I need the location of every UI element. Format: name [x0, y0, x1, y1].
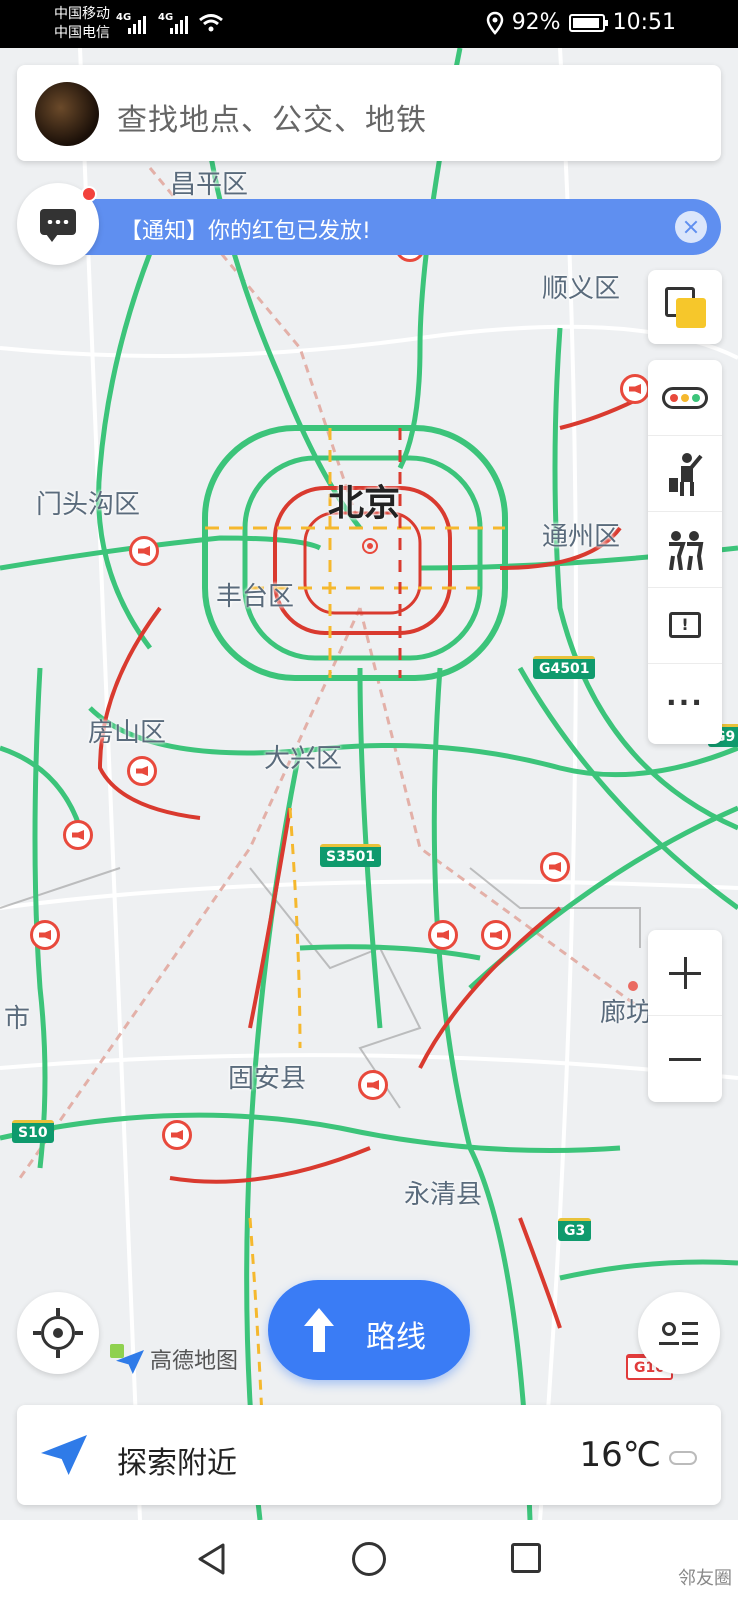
recent-apps-icon[interactable]: [511, 1543, 541, 1573]
amap-logo-icon: [110, 1342, 144, 1376]
route-button[interactable]: 路线: [268, 1280, 470, 1380]
route-label: 路线: [366, 1320, 426, 1355]
clock: 10:51: [612, 10, 676, 35]
status-bar: 中国移动 中国电信 4G 4G 92% 10:51: [0, 0, 738, 48]
district-label: 大兴区: [264, 744, 343, 774]
layers-button[interactable]: [648, 270, 722, 344]
construction-marker-icon[interactable]: [620, 374, 650, 404]
highway-shield: G3: [558, 1218, 592, 1241]
back-icon[interactable]: [196, 1542, 226, 1576]
avatar[interactable]: [35, 82, 99, 146]
speaker-marker-icon[interactable]: [540, 852, 570, 882]
notification-text: 【通知】你的红包已发放!: [120, 219, 371, 244]
carrier-2: 中国电信: [54, 25, 110, 41]
people-button[interactable]: [648, 512, 722, 588]
construction-marker-icon[interactable]: [127, 756, 157, 786]
signal-icon: [128, 14, 146, 34]
arrow-up-icon: [304, 1308, 334, 1352]
pin-list-icon: [662, 1322, 676, 1336]
signal-icon: [170, 14, 188, 34]
highway-shield: G4501: [533, 656, 596, 679]
amap-logo: 高德地图: [110, 1342, 238, 1376]
construction-marker-icon[interactable]: [63, 820, 93, 850]
people-icon: [669, 531, 704, 570]
notification-banner[interactable]: 【通知】你的红包已发放!: [60, 199, 721, 255]
search-bar[interactable]: 查找地点、公交、地铁: [17, 65, 721, 161]
hail-taxi-button[interactable]: [648, 436, 722, 512]
report-icon: !: [669, 612, 701, 638]
search-input[interactable]: 查找地点、公交、地铁: [117, 95, 427, 139]
district-label: 昌平区: [170, 170, 249, 200]
speaker-marker-icon[interactable]: [428, 920, 458, 950]
district-label: 顺义区: [542, 274, 621, 304]
carrier-info: 中国移动 中国电信: [54, 5, 110, 43]
highway-shield: S3501: [320, 844, 382, 867]
wifi-icon: [199, 14, 223, 32]
logo-text: 高德地图: [150, 1349, 239, 1374]
battery-icon: [568, 13, 608, 32]
report-button[interactable]: !: [648, 588, 722, 664]
zoom-controls: [648, 930, 722, 1102]
traffic-toggle[interactable]: [648, 360, 722, 436]
map-tools-panel: ! ···: [648, 360, 722, 744]
cloud-icon: [669, 1451, 697, 1465]
district-label: 门头沟区: [36, 490, 141, 520]
battery-percent: 92%: [511, 10, 561, 35]
carrier-1: 中国移动: [54, 6, 110, 22]
zoom-in-button[interactable]: [648, 930, 722, 1016]
construction-marker-icon[interactable]: [162, 1120, 192, 1150]
home-icon[interactable]: [352, 1542, 386, 1576]
explore-nearby-bar[interactable]: 探索附近 16℃: [17, 1405, 721, 1505]
district-label: 永清县: [404, 1180, 483, 1210]
temperature: 16℃: [579, 1435, 661, 1475]
district-label: 通州区: [542, 522, 621, 552]
zoom-out-button[interactable]: [648, 1016, 722, 1102]
construction-marker-icon[interactable]: [481, 920, 511, 950]
person-hailing-icon: [669, 453, 703, 496]
more-icon: ···: [666, 686, 704, 719]
speaker-marker-icon[interactable]: [30, 920, 60, 950]
district-label: 丰台区: [216, 582, 295, 612]
crosshair-icon: [41, 1316, 75, 1350]
traffic-light-icon: [662, 387, 708, 409]
more-button[interactable]: ···: [648, 664, 722, 740]
watermark: 邻友圈: [678, 1568, 732, 1589]
paper-plane-icon: [41, 1435, 87, 1475]
message-icon: [40, 209, 76, 242]
highway-shield: S10: [12, 1120, 54, 1143]
construction-marker-icon[interactable]: [358, 1070, 388, 1100]
district-label: 廊坊: [600, 998, 653, 1028]
locate-button[interactable]: [17, 1292, 99, 1374]
status-right: 92% 10:51: [486, 10, 676, 35]
saved-places-button[interactable]: [638, 1292, 720, 1374]
location-icon: [486, 11, 503, 35]
district-label: 房山区: [88, 718, 167, 748]
unread-badge: [81, 186, 97, 202]
explore-label: 探索附近: [117, 1446, 237, 1481]
system-nav-bar: 邻友圈: [0, 1520, 738, 1600]
district-label: 固安县: [228, 1064, 307, 1094]
district-label: 市: [4, 1004, 31, 1034]
city-label: 北京: [328, 483, 401, 524]
message-button[interactable]: [17, 183, 99, 265]
close-icon[interactable]: [675, 211, 707, 243]
construction-marker-icon[interactable]: [129, 536, 159, 566]
